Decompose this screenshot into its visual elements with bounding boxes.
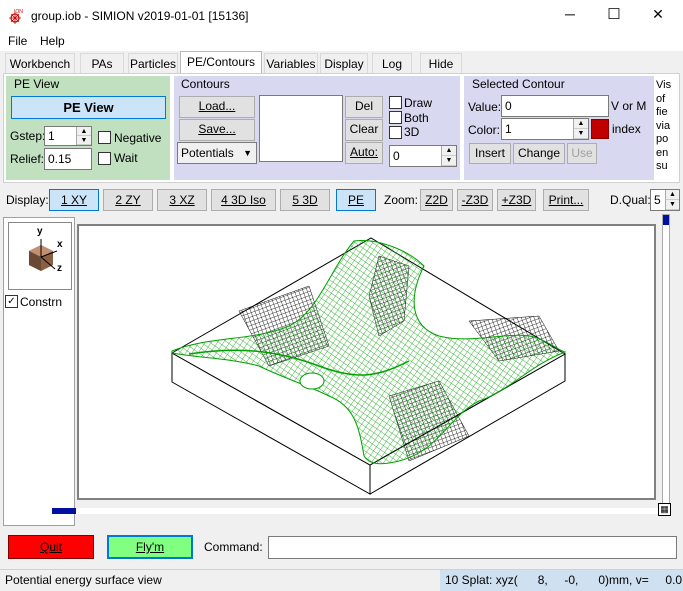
print-button[interactable]: Print... bbox=[543, 189, 589, 211]
insert-button[interactable]: Insert bbox=[469, 143, 511, 164]
gstep-label: Gstep: bbox=[10, 129, 46, 143]
color-swatch[interactable] bbox=[591, 119, 609, 139]
vertical-scrollbar[interactable] bbox=[662, 214, 670, 504]
change-button[interactable]: Change bbox=[513, 143, 565, 164]
zoom-minus-z3d-button[interactable]: -Z3D bbox=[457, 189, 493, 211]
pe-surface-plot bbox=[170, 237, 567, 495]
status-message: Potential energy surface view bbox=[5, 573, 162, 587]
value-units: V or M bbox=[611, 99, 647, 113]
tab-variables[interactable]: Variables bbox=[264, 53, 318, 73]
zoom-label: Zoom: bbox=[384, 193, 419, 207]
wait-checkbox[interactable] bbox=[98, 152, 111, 165]
title-bar: ION group.iob - SIMION v2019-01-01 [1513… bbox=[0, 0, 683, 31]
tab-pas[interactable]: PAs bbox=[80, 53, 124, 73]
auto-value-spinner[interactable]: ▲ ▼ bbox=[441, 146, 456, 166]
save-button[interactable]: Save... bbox=[179, 119, 255, 141]
pe-view-toggle-button[interactable]: PE bbox=[336, 189, 376, 211]
pe-view-heading: PE View bbox=[14, 77, 60, 91]
dqual-spinner[interactable]: ▲ ▼ bbox=[665, 190, 679, 210]
side-description: Vis of fie via po en su bbox=[656, 79, 672, 172]
horizontal-scrollbar[interactable] bbox=[52, 508, 662, 514]
selected-contour-heading: Selected Contour bbox=[472, 77, 565, 91]
status-coordinates: 10 Splat: xyz( 8, -0, 0)mm, v= 0.0 bbox=[440, 570, 683, 591]
maximize-button[interactable]: ☐ bbox=[604, 5, 624, 23]
draw-label: Draw bbox=[404, 96, 433, 110]
negative-checkbox[interactable] bbox=[98, 131, 111, 144]
3d-checkbox[interactable] bbox=[389, 126, 402, 139]
both-checkbox[interactable] bbox=[389, 111, 402, 124]
color-spinner[interactable]: ▲ ▼ bbox=[573, 119, 588, 139]
value-input[interactable]: 0 bbox=[501, 95, 609, 117]
quit-button[interactable]: Quit bbox=[8, 535, 94, 559]
view-area[interactable] bbox=[77, 224, 656, 500]
view-4-3d-iso-button[interactable]: 4 3D Iso bbox=[211, 189, 276, 211]
constrain-label: Constrn bbox=[20, 295, 63, 309]
auto-button[interactable]: Auto: bbox=[345, 142, 383, 164]
command-label: Command: bbox=[204, 540, 263, 554]
del-button[interactable]: Del bbox=[345, 96, 383, 118]
potentials-dropdown[interactable]: Potentials ▼ bbox=[177, 142, 257, 164]
axis-x-label: x bbox=[57, 239, 63, 250]
window-title: group.iob - SIMION v2019-01-01 [15136] bbox=[31, 9, 249, 23]
minimize-button[interactable]: ─ bbox=[560, 6, 580, 22]
tab-hide[interactable]: Hide bbox=[420, 53, 462, 73]
value-label: Value: bbox=[468, 100, 502, 114]
color-units: index bbox=[612, 122, 641, 136]
load-button[interactable]: Load... bbox=[179, 96, 255, 118]
vertical-scroll-thumb[interactable] bbox=[663, 215, 669, 225]
center-well bbox=[299, 372, 325, 390]
menu-file[interactable]: File bbox=[8, 34, 27, 48]
view-1-xy-button[interactable]: 1 XY bbox=[49, 189, 99, 211]
negative-label: Negative bbox=[114, 131, 162, 145]
resize-corner-icon[interactable]: ▦ bbox=[658, 503, 671, 516]
tab-workbench[interactable]: Workbench bbox=[5, 53, 75, 73]
tab-log[interactable]: Log bbox=[372, 53, 412, 73]
orientation-widget[interactable]: y x z bbox=[8, 222, 72, 290]
contours-heading: Contours bbox=[181, 77, 230, 91]
command-input[interactable] bbox=[268, 536, 677, 559]
draw-checkbox[interactable] bbox=[389, 96, 402, 109]
tab-particles[interactable]: Particles bbox=[128, 53, 178, 73]
pe-view-button[interactable]: PE View bbox=[11, 96, 166, 119]
axis-z-label: z bbox=[57, 263, 62, 274]
contour-list[interactable] bbox=[259, 95, 343, 162]
constrain-checkbox[interactable]: ✓ bbox=[5, 295, 18, 308]
tab-display[interactable]: Display bbox=[320, 53, 368, 73]
color-label: Color: bbox=[468, 123, 501, 137]
view-2-zy-button[interactable]: 2 ZY bbox=[103, 189, 153, 211]
zoom-plus-z3d-button[interactable]: +Z3D bbox=[497, 189, 536, 211]
horizontal-scroll-thumb[interactable] bbox=[52, 508, 76, 514]
relief-input[interactable]: 0.15 bbox=[44, 148, 92, 170]
view-3-xz-button[interactable]: 3 XZ bbox=[157, 189, 207, 211]
use-button[interactable]: Use bbox=[567, 143, 597, 164]
menu-bar: File Help bbox=[0, 31, 683, 51]
view-5-3d-button[interactable]: 5 3D bbox=[280, 189, 330, 211]
wait-label: Wait bbox=[114, 151, 138, 165]
potential-surface bbox=[171, 240, 567, 465]
close-button[interactable]: ✕ bbox=[648, 6, 668, 23]
3d-label: 3D bbox=[404, 125, 420, 139]
menu-help[interactable]: Help bbox=[40, 34, 65, 48]
display-label: Display: bbox=[6, 193, 49, 207]
gstep-spinner[interactable]: ▲ ▼ bbox=[76, 127, 91, 145]
zoom-z2d-button[interactable]: Z2D bbox=[420, 189, 453, 211]
relief-label: Relief: bbox=[10, 152, 45, 166]
clear-button[interactable]: Clear bbox=[345, 119, 383, 141]
chevron-down-icon: ▼ bbox=[243, 148, 252, 158]
tab-pe-contours[interactable]: PE/Contours bbox=[180, 51, 262, 74]
flym-button[interactable]: Fly'm bbox=[107, 535, 193, 559]
dqual-label: D.Qual: bbox=[610, 193, 651, 207]
both-label: Both bbox=[404, 111, 429, 125]
app-icon: ION bbox=[8, 7, 26, 25]
axis-y-label: y bbox=[37, 226, 43, 237]
